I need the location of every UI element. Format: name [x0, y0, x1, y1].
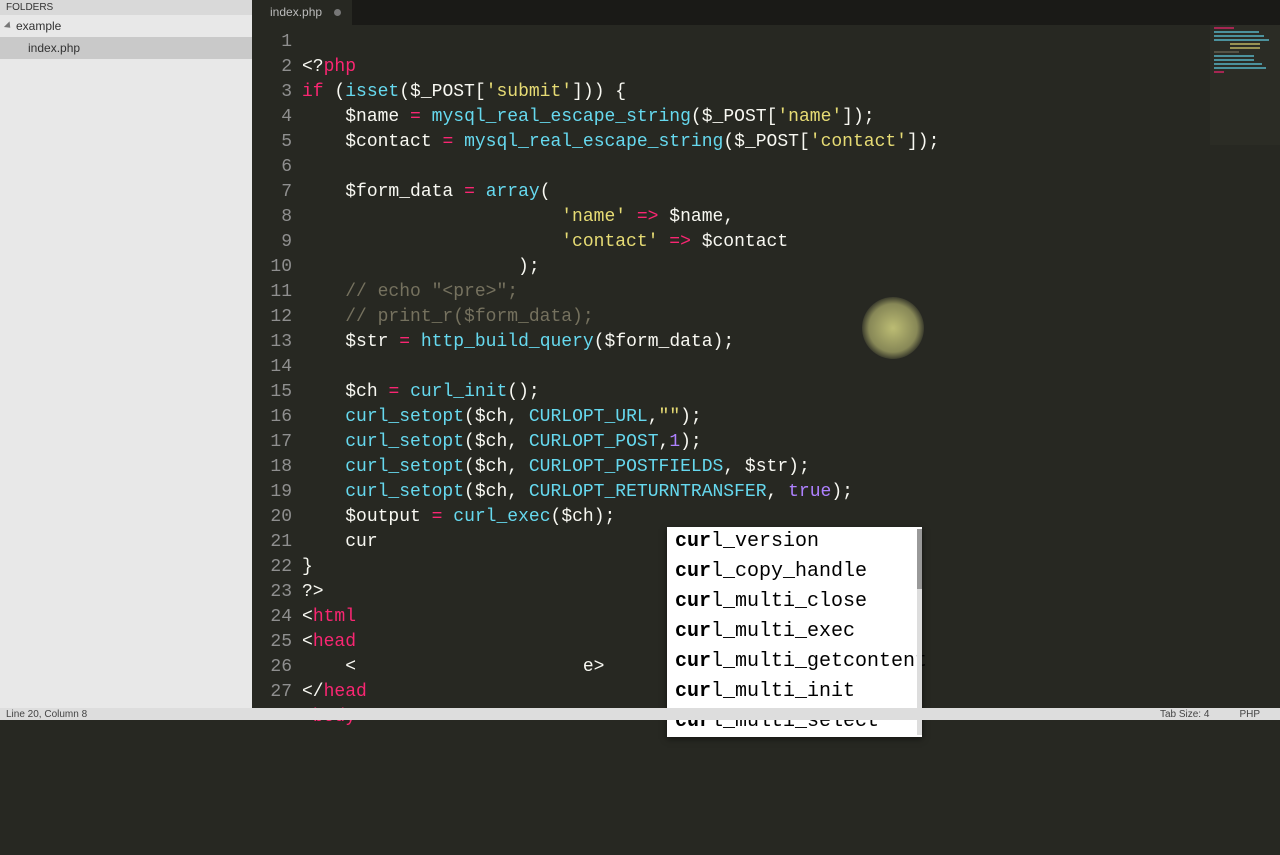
line-number: 22: [252, 555, 292, 580]
autocomplete-item[interactable]: curl_version: [667, 527, 922, 557]
autocomplete-item[interactable]: curl_multi_exec: [667, 617, 922, 647]
line-number: 23: [252, 580, 292, 605]
line-number-gutter: 1234567891011121314151617181920212223242…: [252, 25, 302, 708]
autocomplete-item[interactable]: curl_multi_close: [667, 587, 922, 617]
line-number: 4: [252, 105, 292, 130]
cursor-highlight-icon: [862, 297, 924, 359]
status-tab-size[interactable]: Tab Size: 4: [1160, 709, 1209, 720]
file-index-php[interactable]: index.php: [0, 37, 252, 59]
line-number: 25: [252, 630, 292, 655]
status-line-col[interactable]: Line 20, Column 8: [0, 709, 87, 720]
line-number: 2: [252, 55, 292, 80]
line-number: 16: [252, 405, 292, 430]
autocomplete-item[interactable]: curl_multi_init: [667, 677, 922, 707]
folder-label: example: [16, 19, 61, 33]
autocomplete-popup[interactable]: curl_versioncurl_copy_handlecurl_multi_c…: [667, 527, 922, 737]
line-number: 1: [252, 30, 292, 55]
line-number: 26: [252, 655, 292, 680]
status-bar: Line 20, Column 8 Tab Size: 4 PHP: [0, 708, 1280, 720]
disclosure-triangle-icon: [4, 21, 13, 30]
autocomplete-item[interactable]: curl_multi_getcontent: [667, 647, 922, 677]
line-number: 7: [252, 180, 292, 205]
line-number: 11: [252, 280, 292, 305]
folders-header: FOLDERS: [0, 0, 252, 15]
sidebar: FOLDERS example index.php: [0, 0, 252, 720]
line-number: 10: [252, 255, 292, 280]
line-number: 24: [252, 605, 292, 630]
line-number: 17: [252, 430, 292, 455]
tab-label: index.php: [270, 5, 322, 19]
line-number: 6: [252, 155, 292, 180]
line-number: 18: [252, 455, 292, 480]
line-number: 19: [252, 480, 292, 505]
file-label: index.php: [28, 41, 80, 55]
line-number: 20: [252, 505, 292, 530]
line-number: 27: [252, 680, 292, 705]
line-number: 5: [252, 130, 292, 155]
line-number: 9: [252, 230, 292, 255]
line-number: 8: [252, 205, 292, 230]
autocomplete-item[interactable]: curl_copy_handle: [667, 557, 922, 587]
line-number: 13: [252, 330, 292, 355]
code-editor[interactable]: 1234567891011121314151617181920212223242…: [252, 25, 1280, 708]
scrollbar-thumb-icon[interactable]: [917, 529, 922, 589]
line-number: 3: [252, 80, 292, 105]
line-number: 15: [252, 380, 292, 405]
status-syntax[interactable]: PHP: [1239, 709, 1260, 720]
modified-dot-icon: [334, 9, 341, 16]
code-area[interactable]: <?php if (isset($_POST['submit'])) { $na…: [302, 25, 1280, 708]
folder-example[interactable]: example: [0, 15, 252, 37]
tab-bar: index.php: [252, 0, 1280, 25]
minimap[interactable]: [1210, 25, 1280, 145]
line-number: 12: [252, 305, 292, 330]
line-number: 21: [252, 530, 292, 555]
tab-index-php[interactable]: index.php: [252, 0, 352, 25]
line-number: 14: [252, 355, 292, 380]
autocomplete-scrollbar[interactable]: [917, 529, 922, 735]
